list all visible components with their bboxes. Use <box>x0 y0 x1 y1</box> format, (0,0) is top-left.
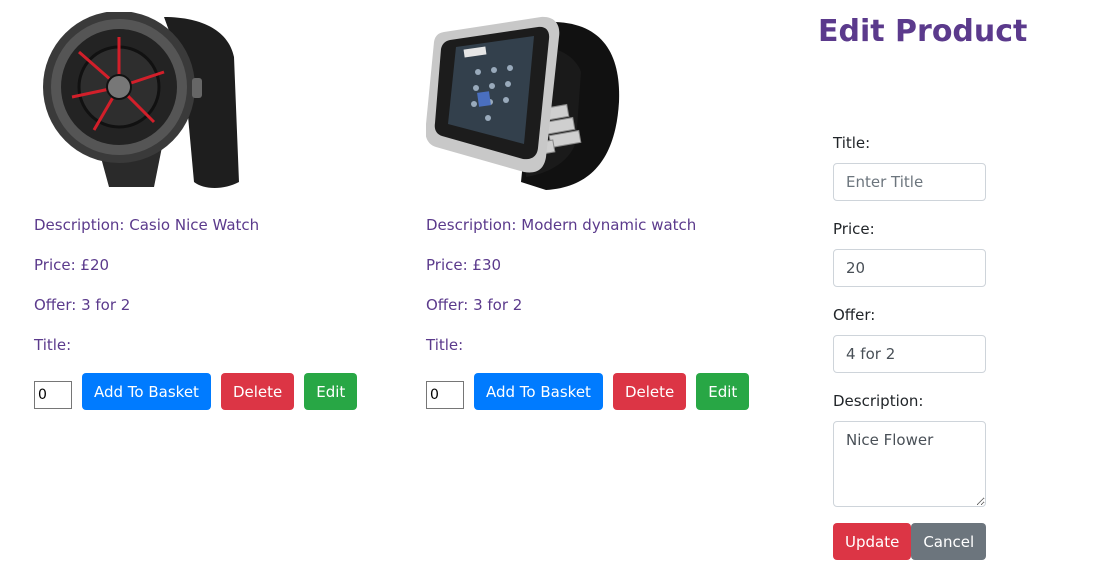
description-label: Description: <box>833 392 924 410</box>
product-controls: Add To Basket Delete Edit <box>426 373 750 410</box>
edit-button[interactable]: Edit <box>696 373 750 410</box>
quantity-input[interactable] <box>34 380 72 409</box>
product-title: Title: <box>34 336 72 354</box>
product-offer: Offer: 3 for 2 <box>34 296 131 314</box>
edit-button[interactable]: Edit <box>304 373 358 410</box>
title-input[interactable] <box>833 163 986 201</box>
price-input[interactable] <box>833 249 986 287</box>
add-to-basket-button[interactable]: Add To Basket <box>474 373 603 410</box>
description-textarea[interactable]: Nice Flower <box>833 421 986 507</box>
watch-image <box>43 12 239 188</box>
title-label: Title: <box>833 134 871 152</box>
product-controls: Add To Basket Delete Edit <box>34 373 358 410</box>
price-label: Price: <box>833 220 875 238</box>
product-description: Description: Casio Nice Watch <box>34 216 260 234</box>
watch-image <box>426 16 620 191</box>
add-to-basket-button[interactable]: Add To Basket <box>82 373 211 410</box>
product-price: Price: £30 <box>426 256 502 274</box>
delete-button[interactable]: Delete <box>612 373 687 410</box>
form-buttons: Update Cancel <box>833 523 987 560</box>
update-button[interactable]: Update <box>833 523 912 560</box>
product-price: Price: £20 <box>34 256 110 274</box>
quantity-input[interactable] <box>426 380 464 409</box>
offer-input[interactable] <box>833 335 986 373</box>
product-offer: Offer: 3 for 2 <box>426 296 523 314</box>
product-description: Description: Modern dynamic watch <box>426 216 697 234</box>
cancel-button[interactable]: Cancel <box>911 523 987 560</box>
edit-product-heading: Edit Product <box>818 14 1028 49</box>
product-title: Title: <box>426 336 464 354</box>
delete-button[interactable]: Delete <box>220 373 295 410</box>
offer-label: Offer: <box>833 306 876 324</box>
